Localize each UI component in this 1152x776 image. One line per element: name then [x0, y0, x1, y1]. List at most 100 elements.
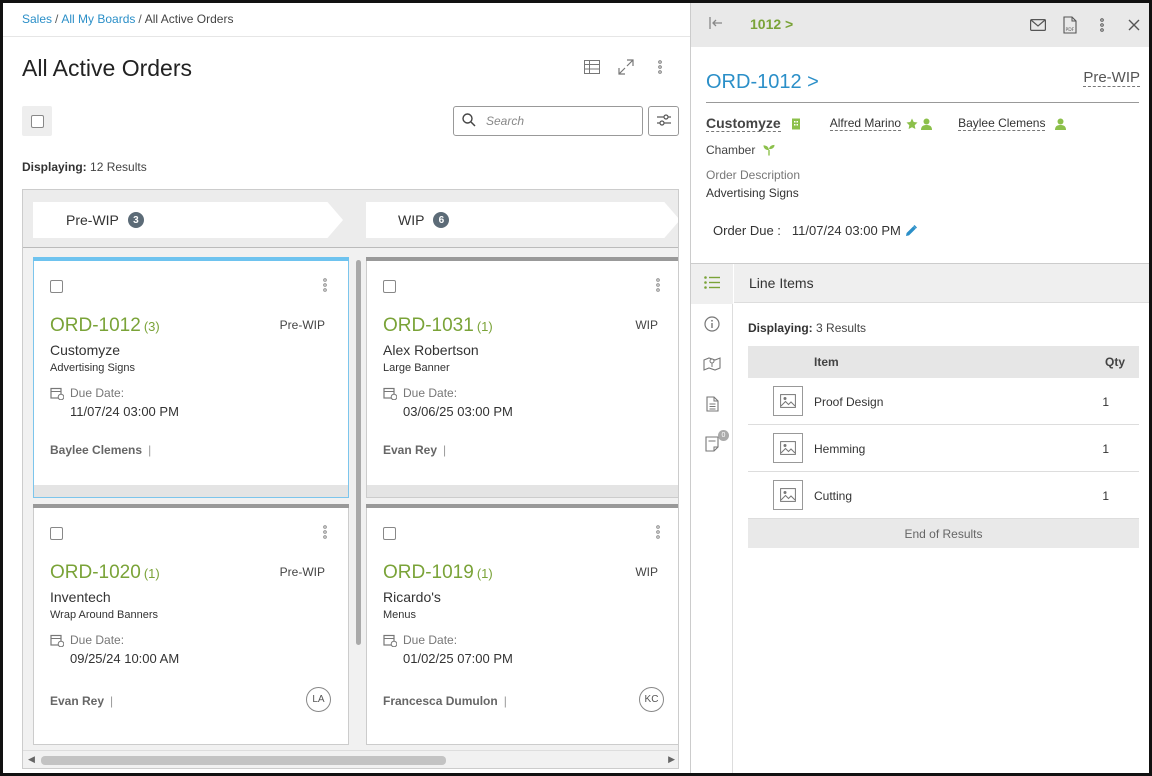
scroll-right-icon[interactable]: ▶	[668, 754, 675, 765]
sprout-icon	[763, 144, 775, 156]
breadcrumb-current: All Active Orders	[144, 12, 234, 26]
avatar[interactable]: KC	[639, 687, 664, 712]
order-description: Advertising Signs	[50, 362, 135, 374]
horizontal-scrollbar[interactable]: ◀ ▶	[23, 750, 678, 768]
filter-button[interactable]	[648, 106, 679, 136]
due-date-label: Due Date:	[70, 633, 125, 647]
line-items-table: Item Qty Proof Design 1 Hemming 1 Cuttin…	[748, 346, 1139, 548]
image-icon	[773, 433, 803, 463]
vertical-scrollbar[interactable]	[356, 260, 361, 645]
assigned-user: Evan Rey |	[383, 443, 447, 457]
card-checkbox[interactable]	[50, 527, 63, 540]
order-card[interactable]: ORD-1020 (1) Pre-WIP Inventech Wrap Aroun…	[33, 504, 349, 745]
line-items-count-value: 3 Results	[816, 321, 867, 335]
tab-map[interactable]	[691, 345, 733, 385]
kebab-icon[interactable]	[1093, 16, 1111, 34]
notes-icon	[705, 435, 719, 455]
due-date-label: Due Date:	[403, 386, 458, 400]
stage-pre-wip[interactable]: Pre-WIP 3	[33, 202, 343, 238]
result-count-value: 12 Results	[90, 160, 147, 174]
order-number[interactable]: ORD-1020 (1)	[50, 562, 160, 584]
breadcrumb-sales[interactable]: Sales	[22, 12, 52, 26]
kebab-icon[interactable]	[651, 58, 669, 76]
order-description-value: Advertising Signs	[706, 186, 799, 200]
board-pane: Sales / All My Boards / All Active Orders Al…	[3, 3, 691, 773]
order-due-value: 11/07/24 03:00 PM	[791, 223, 901, 238]
line-item-name: Proof Design	[814, 395, 884, 409]
stage-wip[interactable]: WIP 6	[366, 202, 678, 238]
table-row[interactable]: Proof Design 1	[748, 378, 1139, 425]
order-card[interactable]: ORD-1012 (3) Pre-WIP Customyze Advertisin…	[33, 257, 349, 498]
back-arrow-icon[interactable]	[709, 17, 723, 32]
scrollbar-thumb[interactable]	[41, 756, 446, 765]
order-detail-panel: 1012 > PDF ORD-1012 > Pre-WIP Customyze …	[690, 3, 1149, 773]
stage-label: WIP	[398, 212, 425, 228]
mail-icon[interactable]	[1029, 16, 1047, 34]
calendar-icon	[383, 386, 398, 401]
order-number[interactable]: ORD-1031 (1)	[383, 315, 493, 337]
kebab-icon[interactable]	[655, 278, 661, 292]
pencil-icon[interactable]	[905, 224, 917, 237]
document-icon	[705, 395, 719, 415]
assigned-user: Evan Rey |	[50, 694, 114, 708]
due-date-label: Due Date:	[70, 386, 125, 400]
table-view-icon[interactable]	[583, 58, 601, 76]
table-row[interactable]: Hemming 1	[748, 425, 1139, 472]
page-title: All Active Orders	[22, 55, 192, 81]
kebab-icon[interactable]	[322, 525, 328, 539]
image-icon	[773, 386, 803, 416]
detail-header: 1012 > PDF	[691, 3, 1149, 47]
order-status[interactable]: Pre-WIP	[1083, 69, 1140, 87]
card-checkbox[interactable]	[383, 280, 396, 293]
close-icon[interactable]	[1125, 16, 1143, 34]
card-checkbox[interactable]	[50, 280, 63, 293]
tab-line-items[interactable]	[691, 264, 733, 304]
order-status: WIP	[635, 318, 658, 332]
detail-breadcrumb[interactable]: 1012 >	[750, 16, 793, 32]
line-items-count: Displaying: 3 Results	[748, 321, 866, 335]
tab-documents[interactable]	[691, 385, 733, 425]
pdf-icon[interactable]: PDF	[1061, 16, 1079, 34]
tab-notes[interactable]: 0	[691, 425, 733, 465]
order-due-row: Order Due : 11/07/24 03:00 PM	[713, 223, 917, 238]
kebab-icon[interactable]	[655, 525, 661, 539]
order-status: Pre-WIP	[279, 318, 325, 332]
image-icon	[773, 480, 803, 510]
order-number[interactable]: ORD-1019 (1)	[383, 562, 493, 584]
card-checkbox[interactable]	[383, 527, 396, 540]
order-card[interactable]: ORD-1031 (1) WIP Alex Robertson Large Ban…	[366, 257, 678, 498]
map-icon	[703, 356, 721, 375]
search-input[interactable]	[486, 114, 626, 128]
customer-name: Customyze	[50, 342, 121, 358]
app-frame: Sales / All My Boards / All Active Orders Al…	[0, 0, 1152, 776]
line-item-qty: 1	[1102, 395, 1109, 409]
table-row[interactable]: Cutting 1	[748, 472, 1139, 519]
expand-icon[interactable]	[617, 58, 635, 76]
breadcrumb-all-boards[interactable]: All My Boards	[61, 12, 135, 26]
csr-link[interactable]: Baylee Clemens	[958, 116, 1046, 131]
salesperson-link[interactable]: Alfred Marino	[829, 116, 902, 131]
detail-side-tabs: 0	[691, 264, 733, 773]
order-description: Wrap Around Banners	[50, 609, 159, 621]
column-header-item[interactable]: Item	[814, 355, 839, 369]
customer-name: Alex Robertson	[383, 342, 479, 358]
detail-toolbar: PDF	[1029, 16, 1143, 34]
divider	[3, 36, 691, 37]
order-number[interactable]: ORD-1012 (3)	[50, 315, 160, 337]
due-date-value: 03/06/25 03:00 PM	[403, 404, 513, 419]
column-header-qty[interactable]: Qty	[1105, 355, 1125, 369]
calendar-icon	[383, 633, 398, 648]
order-title[interactable]: ORD-1012 >	[706, 71, 819, 94]
kebab-icon[interactable]	[322, 278, 328, 292]
assigned-user: Baylee Clemens |	[50, 443, 152, 457]
scroll-left-icon[interactable]: ◀	[28, 754, 35, 765]
line-item-qty: 1	[1102, 489, 1109, 503]
table-header: Item Qty	[748, 346, 1139, 378]
order-description: Large Banner	[383, 362, 450, 374]
select-all-checkbox[interactable]	[22, 106, 52, 136]
order-card[interactable]: ORD-1019 (1) WIP Ricardo's Menus Due Date…	[366, 504, 678, 745]
tab-info[interactable]	[691, 305, 733, 345]
avatar[interactable]: LA	[306, 687, 331, 712]
end-of-results: End of Results	[748, 519, 1139, 548]
customer-link[interactable]: Customyze	[706, 115, 781, 132]
